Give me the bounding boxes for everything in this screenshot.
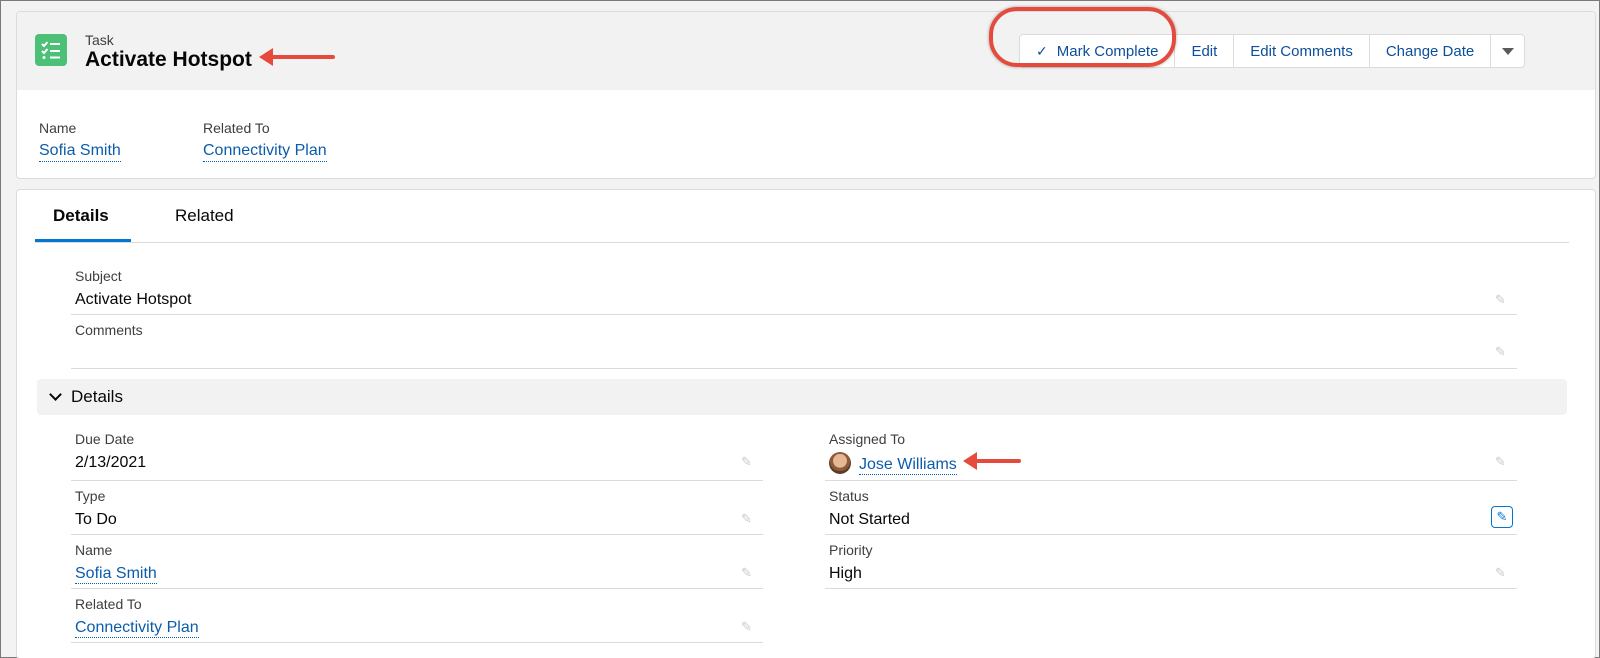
divider <box>71 588 763 589</box>
related-to-link[interactable]: Connectivity Plan <box>75 619 199 638</box>
mark-complete-button[interactable]: ✓ Mark Complete <box>1019 34 1176 68</box>
divider <box>825 480 1517 481</box>
assigned-to-link[interactable]: Jose Williams <box>859 456 957 476</box>
mark-complete-label: Mark Complete <box>1056 42 1159 60</box>
dropdown-arrow-icon <box>1501 47 1514 55</box>
status-value: Not Started <box>829 511 910 528</box>
change-date-button[interactable]: Change Date <box>1368 34 1492 68</box>
due-date-field: Due Date 2/13/2021 <box>75 431 146 474</box>
type-value: To Do <box>75 511 117 528</box>
divider <box>71 534 763 535</box>
details-section-title: Details <box>71 387 123 406</box>
record-title: Activate Hotspot <box>85 48 252 71</box>
status-field: Status Not Started <box>829 488 910 531</box>
annotation-arrow-assignee <box>963 452 1021 470</box>
edit-status-pencil-icon[interactable]: ✎ <box>1491 506 1513 528</box>
edit-priority-pencil-icon[interactable]: ✎ <box>1495 565 1506 581</box>
action-button-group: ✓ Mark Complete Edit Edit Comments Chang… <box>1019 34 1526 68</box>
comments-field: Comments <box>75 322 143 365</box>
highlight-name: Name Sofia Smith <box>39 120 121 162</box>
status-label: Status <box>829 488 869 504</box>
highlight-related-to: Related To Connectivity Plan <box>203 120 327 162</box>
subject-field: Subject Activate Hotspot <box>75 268 192 311</box>
edit-assigned-pencil-icon[interactable]: ✎ <box>1495 454 1506 470</box>
divider <box>71 480 763 481</box>
tab-details[interactable]: Details <box>53 206 109 226</box>
avatar <box>829 452 851 474</box>
edit-related-pencil-icon[interactable]: ✎ <box>741 619 752 635</box>
header-top-bar: Task Activate Hotspot ✓ Mark Complete Ed… <box>17 12 1595 90</box>
assigned-to-field: Assigned To Jose Williams <box>829 431 957 476</box>
edit-comments-button[interactable]: Edit Comments <box>1233 34 1370 68</box>
name-field: Name Sofia Smith <box>75 542 157 585</box>
record-header: Task Activate Hotspot ✓ Mark Complete Ed… <box>16 11 1596 179</box>
due-date-value: 2/13/2021 <box>75 454 147 471</box>
edit-type-pencil-icon[interactable]: ✎ <box>741 511 752 527</box>
divider <box>825 588 1517 589</box>
priority-label: Priority <box>829 542 873 558</box>
related-to-field: Related To Connectivity Plan <box>75 596 199 639</box>
edit-button[interactable]: Edit <box>1174 34 1235 68</box>
subject-label: Subject <box>75 268 122 284</box>
name-label: Name <box>75 542 113 558</box>
name-link[interactable]: Sofia Smith <box>75 565 157 584</box>
app-frame: Task Activate Hotspot ✓ Mark Complete Ed… <box>0 0 1600 658</box>
details-section-toggle[interactable]: Details <box>37 379 1567 415</box>
subject-value: Activate Hotspot <box>75 291 192 308</box>
type-field: Type To Do <box>75 488 117 531</box>
highlight-name-link[interactable]: Sofia Smith <box>39 142 121 162</box>
divider <box>71 368 1517 369</box>
comments-label: Comments <box>75 322 143 338</box>
annotation-arrow-title <box>259 48 335 66</box>
priority-value: High <box>829 565 862 582</box>
highlight-name-label: Name <box>39 120 77 136</box>
divider <box>71 314 1517 315</box>
edit-name-pencil-icon[interactable]: ✎ <box>741 565 752 581</box>
highlight-related-label: Related To <box>203 120 270 136</box>
object-type-label: Task <box>85 32 114 48</box>
priority-field: Priority High <box>829 542 873 585</box>
highlight-related-link[interactable]: Connectivity Plan <box>203 142 327 162</box>
edit-subject-pencil-icon[interactable]: ✎ <box>1495 292 1506 308</box>
edit-due-date-pencil-icon[interactable]: ✎ <box>741 454 752 470</box>
checkmark-icon: ✓ <box>1036 42 1048 59</box>
tab-bar: Details Related <box>35 190 1569 243</box>
tab-related[interactable]: Related <box>175 206 234 226</box>
due-date-label: Due Date <box>75 431 135 447</box>
comments-value <box>75 345 143 365</box>
assigned-to-label: Assigned To <box>829 431 906 447</box>
edit-comments-pencil-icon[interactable]: ✎ <box>1495 344 1506 360</box>
divider <box>825 534 1517 535</box>
related-to-label: Related To <box>75 596 142 612</box>
active-tab-indicator <box>35 239 131 242</box>
record-body: Details Related Subject Activate Hotspot… <box>16 189 1596 658</box>
task-checklist-icon <box>35 34 67 66</box>
divider <box>71 642 763 643</box>
type-label: Type <box>75 488 106 504</box>
more-actions-button[interactable] <box>1490 34 1526 68</box>
chevron-down-icon <box>49 388 62 401</box>
